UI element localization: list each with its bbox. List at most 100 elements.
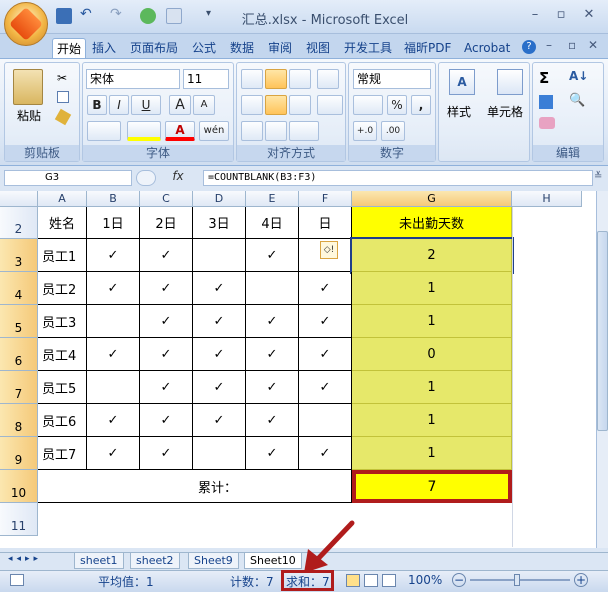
underline-button[interactable]: U	[131, 95, 161, 115]
grow-font-button[interactable]: A	[169, 95, 191, 115]
attendance-mark-cell[interactable]: ✓	[87, 239, 140, 272]
column-header-f[interactable]: F	[299, 191, 352, 207]
quick-access-icon[interactable]	[140, 8, 156, 24]
attendance-mark-cell[interactable]: ✓	[87, 272, 140, 305]
styles-label[interactable]: 样式	[447, 103, 471, 120]
header-cell-e[interactable]: 4日	[246, 207, 299, 239]
attendance-mark-cell[interactable]: ✓	[140, 239, 193, 272]
tab-formulas[interactable]: 公式	[188, 38, 220, 58]
employee-name-cell[interactable]: 员工3	[38, 305, 87, 338]
column-header-d[interactable]: D	[193, 191, 246, 207]
cells-icon[interactable]	[497, 69, 523, 95]
column-header-a[interactable]: A	[38, 191, 87, 207]
row-header-2[interactable]: 2	[0, 207, 38, 239]
fill-color-button[interactable]	[127, 121, 161, 141]
cells-label[interactable]: 单元格	[487, 103, 523, 120]
attendance-mark-cell[interactable]	[87, 305, 140, 338]
employee-name-cell[interactable]: 员工2	[38, 272, 87, 305]
align-middle-button[interactable]	[265, 69, 287, 89]
vertical-scroll-thumb[interactable]	[597, 231, 608, 431]
attendance-mark-cell[interactable]: ✓	[193, 338, 246, 371]
cut-icon[interactable]: ✂	[57, 71, 67, 85]
attendance-mark-cell[interactable]: ✓	[87, 404, 140, 437]
paste-label[interactable]: 粘贴	[11, 107, 47, 124]
zoom-slider-handle[interactable]	[514, 574, 520, 586]
header-cell-g[interactable]: 未出勤天数	[352, 207, 512, 239]
empty-cell[interactable]	[512, 207, 582, 239]
close-button[interactable]: ✕	[578, 6, 600, 24]
row-header-8[interactable]: 8	[0, 404, 38, 437]
attendance-mark-cell[interactable]: ✓	[193, 371, 246, 404]
total-label-cell[interactable]: 累计：	[38, 470, 352, 503]
italic-button[interactable]: I	[109, 95, 129, 115]
select-all-corner[interactable]	[0, 191, 38, 207]
attendance-mark-cell[interactable]: ✓	[87, 437, 140, 470]
font-color-button[interactable]: A	[165, 121, 195, 141]
normal-view-icon[interactable]	[346, 574, 360, 587]
page-layout-view-icon[interactable]	[364, 574, 378, 587]
shrink-font-button[interactable]: A	[193, 95, 215, 115]
phonetic-button[interactable]: wén	[199, 121, 229, 141]
merge-center-button[interactable]	[317, 95, 343, 115]
header-cell-d[interactable]: 3日	[193, 207, 246, 239]
save-icon[interactable]	[56, 8, 72, 24]
vertical-scrollbar[interactable]	[596, 191, 608, 548]
row-header-7[interactable]: 7	[0, 371, 38, 404]
restore-button[interactable]: ▫	[550, 6, 572, 24]
increase-indent-button[interactable]	[265, 121, 287, 141]
align-bottom-button[interactable]	[289, 69, 311, 89]
doc-close-icon[interactable]: ✕	[588, 38, 598, 52]
attendance-mark-cell[interactable]: ✓	[193, 404, 246, 437]
attendance-mark-cell[interactable]: ✓	[246, 239, 299, 272]
tab-insert[interactable]: 插入	[88, 38, 120, 58]
attendance-mark-cell[interactable]: ✓	[140, 305, 193, 338]
header-cell-b[interactable]: 1日	[87, 207, 140, 239]
attendance-mark-cell[interactable]: ✓	[140, 404, 193, 437]
copy-icon[interactable]	[57, 91, 69, 103]
attendance-mark-cell[interactable]	[193, 437, 246, 470]
employee-name-cell[interactable]: 员工6	[38, 404, 87, 437]
redo-icon[interactable]: ↷	[110, 6, 126, 22]
attendance-mark-cell[interactable]	[246, 272, 299, 305]
orientation-button[interactable]	[289, 121, 319, 141]
row-header-9[interactable]: 9	[0, 437, 38, 470]
attendance-mark-cell[interactable]: ✓	[246, 338, 299, 371]
employee-name-cell[interactable]: 员工5	[38, 371, 87, 404]
font-size-select[interactable]: 11	[183, 69, 229, 89]
attendance-mark-cell[interactable]: ✓	[246, 437, 299, 470]
tab-data[interactable]: 数据	[226, 38, 258, 58]
wrap-text-button[interactable]	[317, 69, 339, 89]
border-button[interactable]	[87, 121, 121, 141]
employee-name-cell[interactable]: 员工4	[38, 338, 87, 371]
align-left-button[interactable]	[241, 95, 263, 115]
attendance-mark-cell[interactable]: ✓	[140, 272, 193, 305]
attendance-mark-cell[interactable]: ✓	[193, 305, 246, 338]
help-icon[interactable]: ?	[522, 40, 536, 54]
row-header-4[interactable]: 4	[0, 272, 38, 305]
tab-home[interactable]: 开始	[52, 38, 87, 58]
formula-bar-resize-icon[interactable]	[136, 170, 156, 186]
fill-icon[interactable]	[539, 95, 553, 109]
error-check-icon[interactable]: ◇!	[320, 241, 338, 259]
sheet-tab-10[interactable]: Sheet10	[244, 553, 302, 569]
zoom-in-icon[interactable]: +	[574, 573, 588, 587]
absent-days-cell[interactable]: 1	[352, 305, 512, 338]
attendance-mark-cell[interactable]: ✓	[299, 437, 352, 470]
office-button[interactable]	[4, 2, 48, 46]
employee-name-cell[interactable]: 员工7	[38, 437, 87, 470]
attendance-mark-cell[interactable]	[299, 404, 352, 437]
attendance-mark-cell[interactable]: ✓	[246, 305, 299, 338]
doc-minimize-icon[interactable]: –	[546, 38, 552, 52]
font-name-select[interactable]: 宋体	[86, 69, 180, 89]
comma-button[interactable]: ,	[411, 95, 431, 115]
column-header-g[interactable]: G	[352, 191, 512, 207]
sheet-tab-9[interactable]: Sheet9	[188, 553, 239, 569]
tab-view[interactable]: 视图	[302, 38, 334, 58]
sheet-tab-2[interactable]: sheet2	[130, 553, 180, 569]
zoom-level[interactable]: 100%	[408, 573, 442, 587]
doc-restore-icon[interactable]: ▫	[568, 38, 576, 52]
row-header-10[interactable]: 10	[0, 470, 38, 503]
attendance-mark-cell[interactable]: ✓	[140, 371, 193, 404]
tab-page-layout[interactable]: 页面布局	[126, 38, 182, 58]
tab-foxit-pdf[interactable]: 福昕PDF	[400, 38, 455, 58]
